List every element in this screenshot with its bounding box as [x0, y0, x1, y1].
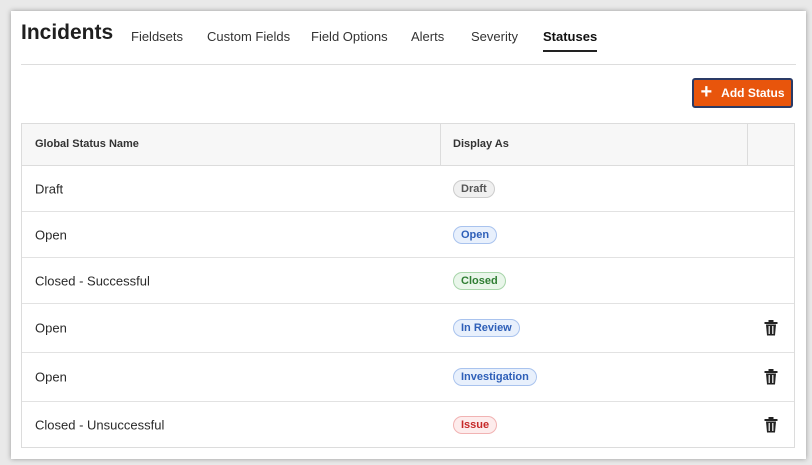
- status-name: Open: [35, 320, 67, 336]
- page-title: Incidents: [21, 21, 114, 44]
- status-badge: Draft: [453, 179, 495, 198]
- table-row: Closed - Unsuccessful Issue: [22, 402, 794, 448]
- status-badge: In Review: [453, 319, 520, 337]
- column-divider: [747, 124, 748, 165]
- add-status-label: Add Status: [721, 86, 785, 100]
- page-header: Incidents Fieldsets Custom Fields Field …: [21, 11, 796, 65]
- status-badge: Open: [453, 225, 498, 244]
- status-name: Open: [35, 369, 67, 385]
- status-badge: Issue: [453, 416, 498, 434]
- status-badge: Closed: [453, 271, 506, 290]
- table-row: Open In Review: [22, 304, 794, 353]
- plus-icon: +: [700, 81, 713, 103]
- status-name: Closed - Successful: [35, 273, 150, 288]
- column-header-global-status-name: Global Status Name: [35, 138, 139, 150]
- delete-trash-icon[interactable]: [764, 369, 778, 385]
- status-name: Open: [35, 227, 67, 242]
- status-name: Closed - Unsuccessful: [35, 417, 165, 433]
- column-header-display-as: Display As: [453, 138, 509, 150]
- delete-trash-icon[interactable]: [764, 320, 778, 336]
- table-header: Global Status Name Display As: [22, 124, 794, 166]
- delete-trash-icon[interactable]: [764, 417, 778, 433]
- tab-statuses[interactable]: Statuses: [543, 29, 598, 52]
- tab-severity[interactable]: Severity: [471, 29, 518, 50]
- add-status-button[interactable]: + Add Status: [692, 78, 793, 108]
- tab-custom-fields[interactable]: Custom Fields: [207, 29, 290, 50]
- tab-field-options[interactable]: Field Options: [311, 29, 388, 50]
- tab-fieldsets[interactable]: Fieldsets: [131, 29, 183, 50]
- statuses-panel: Incidents Fieldsets Custom Fields Field …: [11, 11, 806, 459]
- table-row: Open Investigation: [22, 353, 794, 402]
- statuses-table: Global Status Name Display As Draft Draf…: [21, 123, 795, 448]
- status-name: Draft: [35, 181, 64, 196]
- tab-alerts[interactable]: Alerts: [411, 29, 444, 50]
- table-row: Closed - Successful Closed: [22, 258, 794, 304]
- table-row: Open Open: [22, 212, 794, 258]
- column-divider: [440, 124, 441, 165]
- status-badge: Investigation: [453, 368, 537, 386]
- table-row: Draft Draft: [22, 166, 794, 212]
